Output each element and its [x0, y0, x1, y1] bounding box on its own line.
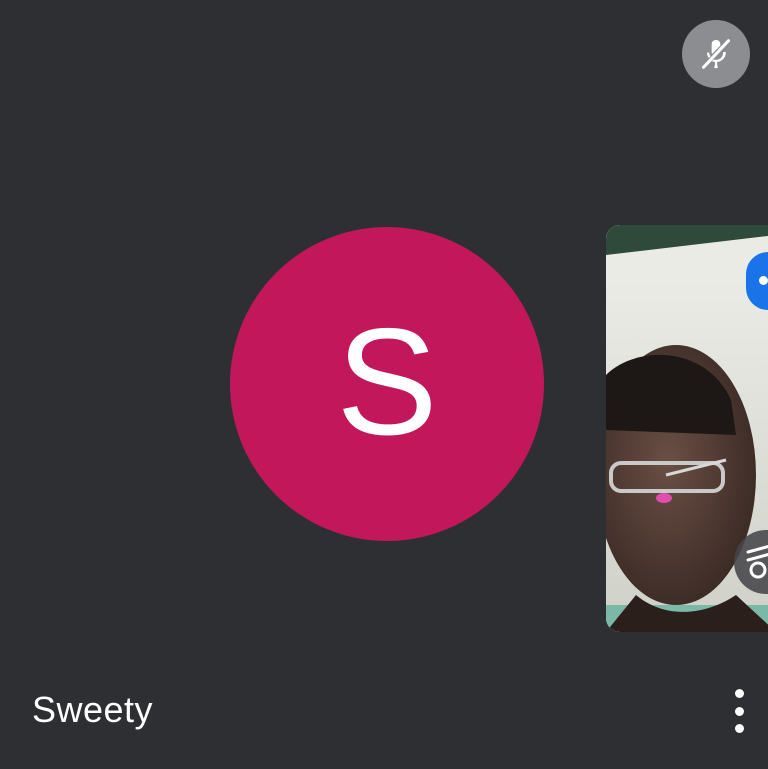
participant-name: Sweety	[32, 689, 154, 730]
avatar: S	[230, 227, 544, 541]
avatar-initial: S	[336, 297, 438, 467]
more-vert-icon[interactable]	[722, 686, 756, 736]
more-dot	[734, 724, 744, 733]
mic-off-icon	[682, 20, 750, 88]
more-dot	[734, 706, 744, 716]
participant-tile[interactable]: S Sweety	[0, 0, 768, 769]
more-dot	[734, 689, 744, 698]
